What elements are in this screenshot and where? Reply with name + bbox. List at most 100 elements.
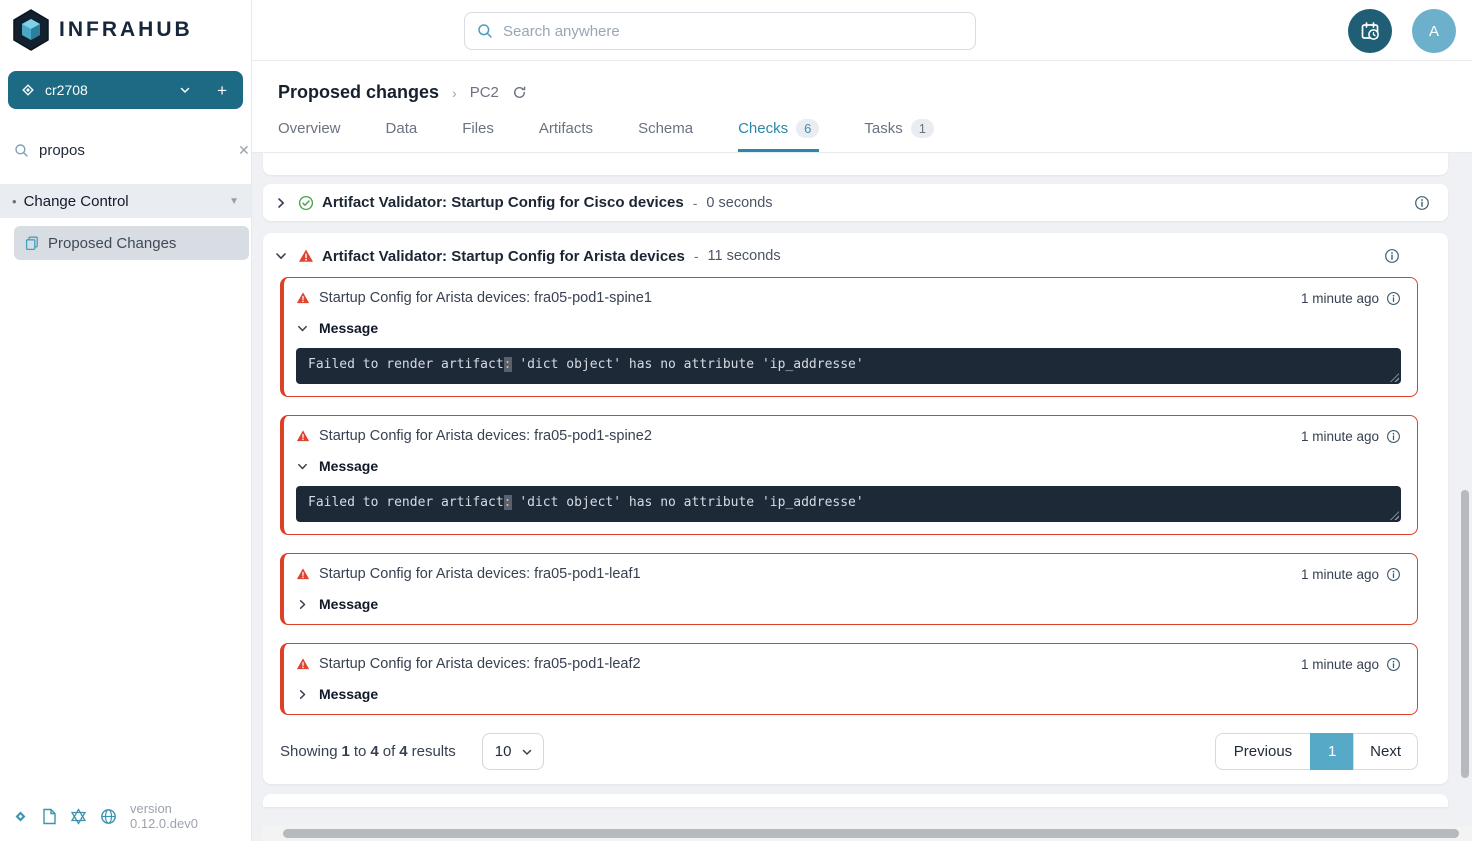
chevron-down-icon	[521, 746, 533, 758]
app-name: INFRAHUB	[59, 18, 193, 42]
validator-row-partial-bottom[interactable]	[263, 794, 1448, 807]
refresh-icon[interactable]	[512, 85, 527, 100]
message-toggle[interactable]: Message	[296, 320, 1401, 336]
success-check-icon	[298, 195, 314, 211]
search-icon	[477, 23, 493, 39]
chevron-down-icon[interactable]	[274, 249, 288, 263]
check-title: Startup Config for Arista devices: fra05…	[319, 566, 641, 582]
breadcrumb: Proposed changes › PC2	[278, 82, 1472, 103]
user-avatar[interactable]: A	[1412, 9, 1456, 53]
page-title[interactable]: Proposed changes	[278, 82, 439, 103]
check-card-spine1: Startup Config for Arista devices: fra05…	[280, 277, 1418, 397]
sidebar-search: ✕	[0, 130, 251, 170]
page-number-button[interactable]: 1	[1310, 733, 1354, 770]
tab-tasks[interactable]: Tasks1	[864, 119, 934, 152]
proposed-changes-icon	[24, 235, 40, 251]
swagger-globe-icon[interactable]	[100, 808, 117, 825]
group-label: Change Control	[24, 193, 129, 210]
next-page-button[interactable]: Next	[1353, 733, 1418, 770]
page-size-select[interactable]: 10	[482, 733, 544, 770]
validator-name: Artifact Validator: Startup Config for A…	[322, 248, 685, 265]
collapse-caret-icon[interactable]: ▼	[229, 196, 239, 207]
tab-data[interactable]: Data	[386, 119, 418, 152]
main-area: A Proposed changes › PC2 Overview Data F…	[252, 0, 1472, 841]
add-branch-button[interactable]: +	[213, 80, 231, 101]
message-toggle[interactable]: Message	[296, 596, 1401, 612]
error-warning-icon	[296, 657, 310, 671]
chevron-down-icon	[296, 460, 309, 473]
topbar: A	[252, 0, 1472, 61]
chevron-right-icon[interactable]	[274, 196, 288, 210]
horizontal-scrollbar-thumb[interactable]	[283, 829, 1459, 838]
global-search-input[interactable]	[503, 23, 963, 40]
validator-row-partial-top[interactable]	[263, 153, 1448, 175]
error-warning-icon	[296, 567, 310, 581]
sidebar: INFRAHUB cr2708 + ✕ • Change Control ▼ P…	[0, 0, 252, 841]
check-card-leaf2: Startup Config for Arista devices: fra05…	[280, 643, 1418, 715]
info-icon[interactable]	[1414, 195, 1430, 211]
validator-card-arista: Artifact Validator: Startup Config for A…	[263, 233, 1448, 784]
checks-count-badge: 6	[796, 119, 819, 138]
checks-panel: Artifact Validator: Startup Config for C…	[252, 153, 1472, 841]
chevron-down-icon	[296, 322, 309, 335]
branch-icon	[20, 82, 36, 98]
clear-search-icon[interactable]: ✕	[238, 142, 250, 159]
check-card-leaf1: Startup Config for Arista devices: fra05…	[280, 553, 1418, 625]
vertical-scrollbar[interactable]	[1461, 490, 1469, 778]
validator-duration: 0 seconds	[706, 195, 772, 211]
message-toggle[interactable]: Message	[296, 458, 1401, 474]
sidebar-footer: version 0.12.0.dev0	[12, 801, 239, 831]
search-icon	[14, 143, 29, 158]
app-logo[interactable]: INFRAHUB	[0, 0, 251, 60]
check-card-spine2: Startup Config for Arista devices: fra05…	[280, 415, 1418, 535]
horizontal-scrollbar-track[interactable]	[262, 826, 1472, 841]
previous-page-button[interactable]: Previous	[1215, 733, 1311, 770]
error-warning-icon	[298, 248, 314, 264]
validator-row-arista[interactable]: Artifact Validator: Startup Config for A…	[263, 235, 1418, 277]
chevron-right-icon	[296, 598, 309, 611]
tab-files[interactable]: Files	[462, 119, 494, 152]
results-summary: Showing1to4of4results	[280, 743, 460, 760]
message-toggle[interactable]: Message	[296, 686, 1401, 702]
breadcrumb-separator: ›	[452, 85, 457, 101]
pager: Previous 1 Next	[1215, 733, 1418, 770]
sidebar-item-label: Proposed Changes	[48, 235, 176, 252]
info-icon[interactable]	[1386, 657, 1401, 672]
docs-icon[interactable]	[42, 808, 57, 825]
check-title: Startup Config for Arista devices: fra05…	[319, 428, 652, 444]
tab-checks[interactable]: Checks6	[738, 119, 819, 152]
global-search[interactable]	[464, 12, 976, 50]
branch-diamond-icon[interactable]	[12, 808, 29, 825]
error-message-output[interactable]: Failed to render artifact: 'dict object'…	[296, 348, 1401, 384]
info-icon[interactable]	[1386, 291, 1401, 306]
sidebar-search-input[interactable]	[39, 142, 238, 159]
check-timestamp: 1 minute ago	[1301, 567, 1379, 582]
chevron-right-icon	[296, 688, 309, 701]
error-warning-icon	[296, 429, 310, 443]
validator-row-cisco[interactable]: Artifact Validator: Startup Config for C…	[263, 184, 1448, 221]
tab-schema[interactable]: Schema	[638, 119, 693, 152]
calendar-clock-icon	[1359, 20, 1381, 42]
check-timestamp: 1 minute ago	[1301, 429, 1379, 444]
info-icon[interactable]	[1384, 248, 1400, 264]
group-bullet-icon: •	[12, 194, 17, 209]
graphql-icon[interactable]	[70, 808, 87, 825]
branch-selector[interactable]: cr2708 +	[8, 71, 243, 109]
check-title: Startup Config for Arista devices: fra05…	[319, 290, 652, 306]
tab-overview[interactable]: Overview	[278, 119, 341, 152]
validator-name: Artifact Validator: Startup Config for C…	[322, 194, 684, 211]
validator-duration: 11 seconds	[708, 248, 781, 264]
branch-name: cr2708	[45, 82, 88, 98]
check-title: Startup Config for Arista devices: fra05…	[319, 656, 641, 672]
page-header: Proposed changes › PC2 Overview Data Fil…	[252, 61, 1472, 153]
sidebar-item-proposed-changes[interactable]: Proposed Changes	[14, 226, 249, 260]
info-icon[interactable]	[1386, 567, 1401, 582]
schedule-calendar-button[interactable]	[1348, 9, 1392, 53]
sidebar-group-change-control[interactable]: • Change Control ▼	[0, 184, 251, 218]
error-message-output[interactable]: Failed to render artifact: 'dict object'…	[296, 486, 1401, 522]
pagination-bar: Showing1to4of4results 10 Previous 1 Next	[280, 733, 1418, 770]
info-icon[interactable]	[1386, 429, 1401, 444]
tab-artifacts[interactable]: Artifacts	[539, 119, 593, 152]
error-warning-icon	[296, 291, 310, 305]
check-timestamp: 1 minute ago	[1301, 657, 1379, 672]
